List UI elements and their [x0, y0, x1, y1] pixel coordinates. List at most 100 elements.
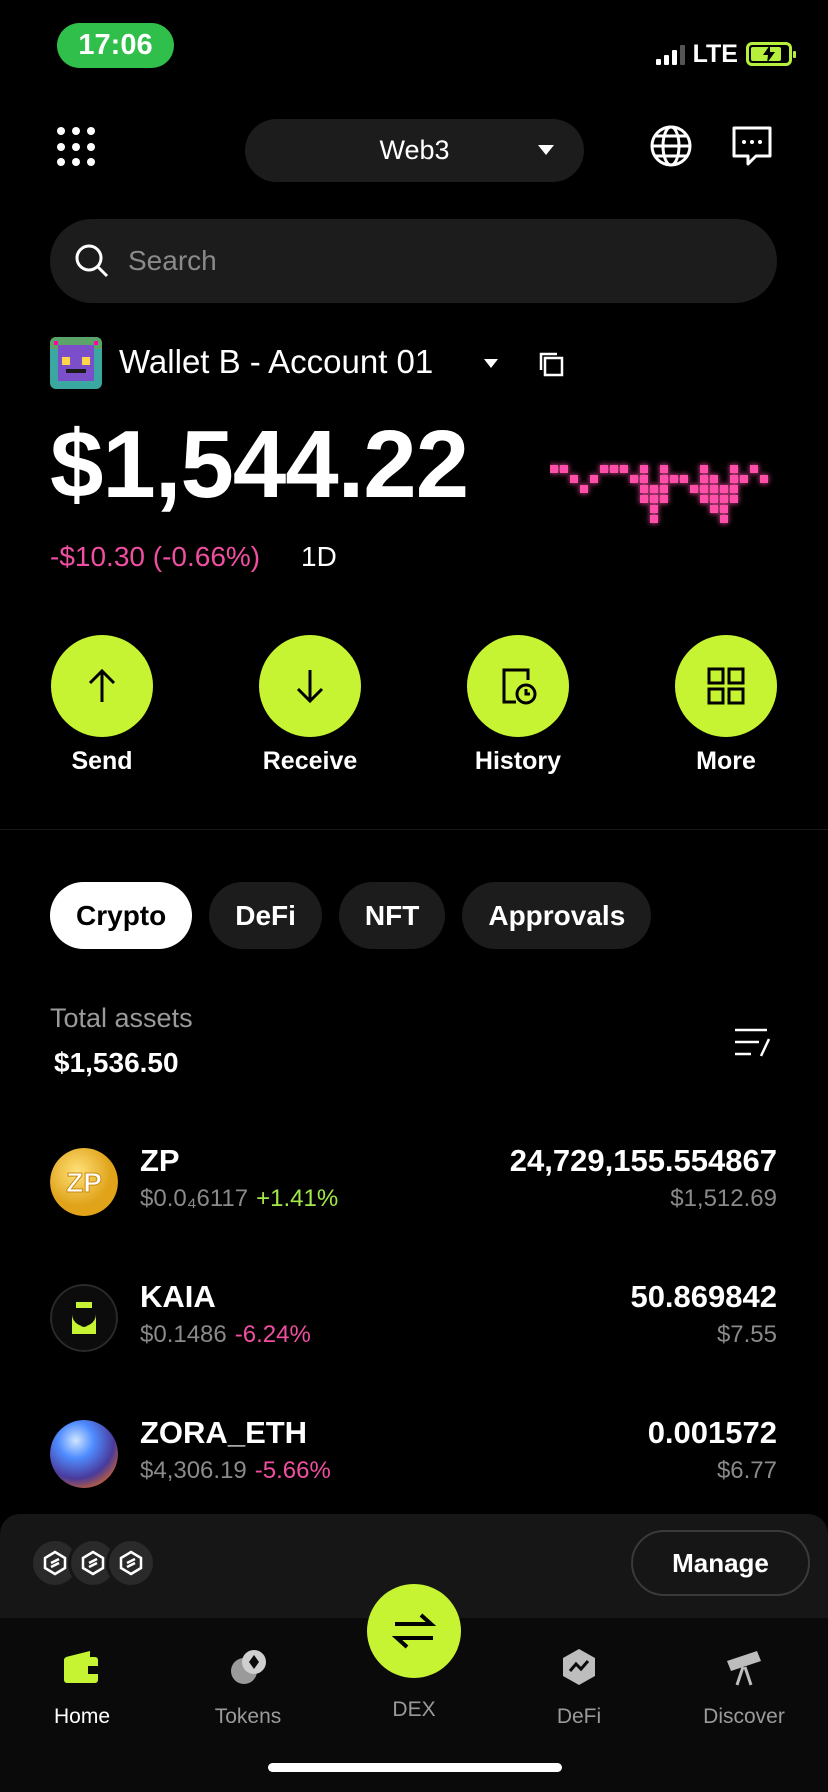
sparkline-pixel — [710, 485, 718, 493]
cellular-signal-icon — [655, 43, 685, 65]
total-assets-value: $1,536.50 — [54, 1047, 179, 1078]
token-change: +1.41% — [256, 1185, 339, 1212]
receive-button[interactable]: Receive — [235, 635, 385, 776]
tab-nft[interactable]: NFT — [338, 882, 446, 949]
network-type: LTE — [692, 39, 738, 68]
nav-home[interactable]: Home — [12, 1633, 152, 1729]
nav-tokens[interactable]: Tokens — [178, 1633, 318, 1729]
sparkline-pixel — [730, 475, 738, 483]
avatar[interactable] — [50, 337, 102, 389]
status-time: 17:06 — [57, 23, 174, 68]
chevron-down-icon[interactable] — [484, 359, 498, 368]
sparkline-pixel — [710, 475, 718, 483]
search-input[interactable] — [128, 245, 728, 277]
arrow-up-icon — [51, 635, 153, 737]
sparkline-pixel — [700, 465, 708, 473]
nav-label: DeFi — [556, 1705, 602, 1728]
change-period[interactable]: 1D — [301, 541, 337, 573]
receive-label: Receive — [262, 747, 358, 775]
nav-label-dex: DEX — [392, 1698, 436, 1721]
sparkline-pixel — [680, 475, 688, 483]
sparkline-pixel — [580, 485, 588, 493]
wallet-icon — [60, 1645, 104, 1689]
sparkline-pixel — [650, 505, 658, 513]
tab-approvals[interactable]: Approvals — [462, 882, 652, 949]
search-icon — [75, 244, 109, 278]
send-button[interactable]: Send — [27, 635, 177, 776]
dex-button[interactable] — [367, 1584, 461, 1678]
tokens-icon — [226, 1645, 270, 1689]
section-divider — [0, 829, 828, 830]
total-assets-label: Total assets — [50, 1003, 193, 1033]
token-value: $7.55 — [716, 1321, 777, 1348]
copy-icon[interactable] — [537, 350, 565, 378]
sparkline-pixel — [710, 495, 718, 503]
send-label: Send — [71, 747, 133, 775]
network-selector[interactable]: Web3 — [245, 119, 584, 182]
token-price: $0.1486 — [140, 1321, 227, 1348]
nav-label: Tokens — [214, 1705, 282, 1728]
sparkline-pixel — [610, 465, 618, 473]
token-symbol: ZP — [140, 1143, 180, 1178]
sparkline-pixel — [600, 465, 608, 473]
account-name[interactable]: Wallet B - Account 01 — [119, 343, 433, 381]
nav-defi[interactable]: DeFi — [509, 1633, 649, 1729]
token-quantity: 24,729,155.554867 — [509, 1143, 777, 1178]
sparkline-pixel — [620, 465, 628, 473]
message-icon[interactable] — [730, 124, 774, 168]
search-bar[interactable] — [50, 219, 777, 303]
nav-label: Home — [53, 1705, 111, 1728]
token-quantity: 0.001572 — [647, 1415, 777, 1450]
sparkline-pixel — [640, 495, 648, 503]
swap-icon — [391, 1613, 437, 1649]
history-icon — [467, 635, 569, 737]
grid-icon — [675, 635, 777, 737]
token-row-zora-eth[interactable]: ZORA_ETH $4,306.19 -5.66% 0.001572 $6.77 — [50, 1415, 777, 1495]
zp-token-icon: ZP — [50, 1148, 118, 1216]
balance-sparkline — [550, 465, 768, 523]
nav-label: Discover — [703, 1705, 785, 1728]
sparkline-pixel — [710, 505, 718, 513]
sparkline-pixel — [730, 495, 738, 503]
wallet-stack[interactable] — [30, 1538, 156, 1588]
history-button[interactable]: History — [443, 635, 593, 776]
apps-menu-icon[interactable] — [57, 127, 97, 167]
token-price-line: $4,306.19 -5.66% — [140, 1457, 331, 1485]
status-indicators: LTE — [655, 30, 796, 78]
sparkline-pixel — [690, 485, 698, 493]
token-value: $1,512.69 — [670, 1185, 777, 1212]
sparkline-pixel — [590, 475, 598, 483]
sparkline-pixel — [660, 495, 668, 503]
nav-discover[interactable]: Discover — [674, 1633, 814, 1729]
sparkline-pixel — [720, 505, 728, 513]
sparkline-pixel — [670, 475, 678, 483]
svg-text:ZP: ZP — [66, 1167, 102, 1198]
token-row-zp[interactable]: ZP ZP $0.0₄6117 +1.41% 24,729,155.554867 … — [50, 1143, 777, 1223]
more-button[interactable]: More — [651, 635, 801, 776]
token-change: -5.66% — [254, 1457, 331, 1484]
token-value: $6.77 — [716, 1457, 777, 1484]
token-price-line: $0.0₄6117 +1.41% — [140, 1185, 338, 1213]
token-price-line: $0.1486 -6.24% — [140, 1321, 311, 1349]
sparkline-pixel — [700, 475, 708, 483]
sparkline-pixel — [640, 465, 648, 473]
sparkline-pixel — [700, 485, 708, 493]
home-indicator — [268, 1763, 562, 1772]
zora-token-icon — [50, 1420, 118, 1488]
globe-icon[interactable] — [649, 124, 693, 168]
tab-defi[interactable]: DeFi — [209, 882, 322, 949]
wallet-chip-icon — [106, 1538, 156, 1588]
token-symbol: ZORA_ETH — [140, 1415, 308, 1450]
token-row-kaia[interactable]: KAIA $0.1486 -6.24% 50.869842 $7.55 — [50, 1279, 777, 1359]
defi-icon — [557, 1645, 601, 1689]
sparkline-pixel — [720, 495, 728, 503]
sparkline-pixel — [660, 475, 668, 483]
tab-crypto[interactable]: Crypto — [50, 882, 193, 949]
sparkline-pixel — [640, 475, 648, 483]
token-change: -6.24% — [234, 1321, 311, 1348]
sort-icon[interactable] — [733, 1025, 773, 1059]
sparkline-pixel — [730, 465, 738, 473]
manage-button[interactable]: Manage — [631, 1530, 810, 1596]
sparkline-pixel — [640, 485, 648, 493]
sparkline-pixel — [570, 475, 578, 483]
